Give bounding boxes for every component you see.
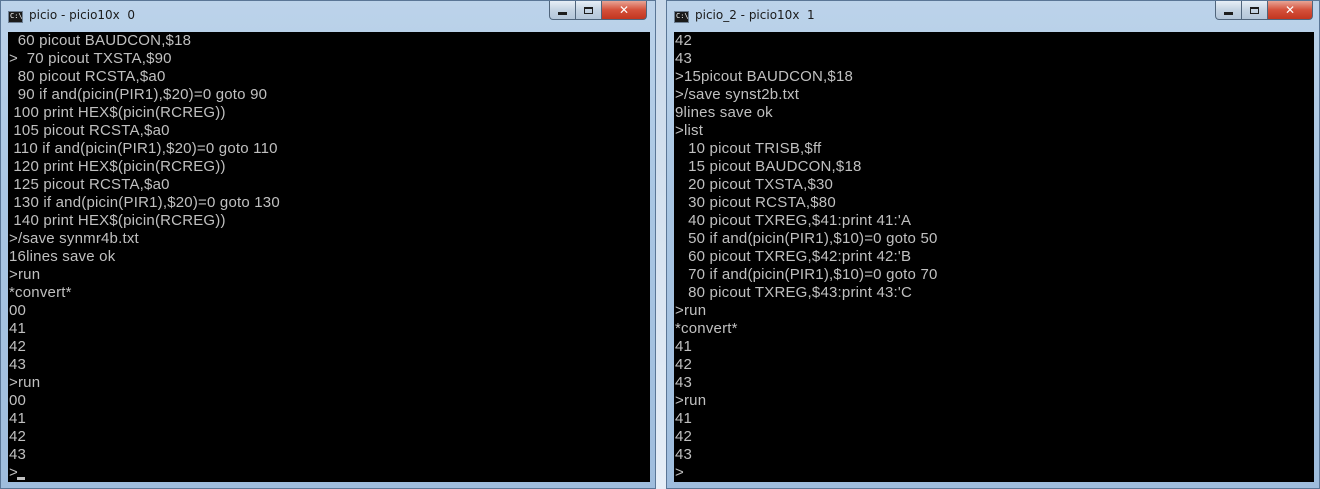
minimize-icon	[1224, 11, 1233, 15]
console-line: >run	[675, 392, 707, 409]
console-line: 110 if and(picin(PIR1),$20)=0 goto 110	[9, 140, 278, 157]
console-line: 41	[675, 338, 693, 355]
window-title: picio_2 - picio10x 1	[695, 8, 815, 22]
console-line: *convert*	[9, 284, 72, 301]
minimize-button[interactable]	[1215, 1, 1242, 20]
text-cursor	[17, 477, 25, 480]
console-line: *convert*	[675, 320, 738, 337]
console-line: 43	[9, 446, 27, 463]
title-bar[interactable]: C:\ picio_2 - picio10x 1 ✕	[667, 1, 1319, 32]
maximize-icon	[584, 6, 593, 14]
minimize-icon	[558, 11, 567, 15]
console-line: 140 print HEX$(picin(RCREG))	[9, 212, 226, 229]
console-line: 40 picout TXREG,$41:print 41:'A	[675, 212, 912, 229]
console-line: 43	[675, 50, 693, 67]
console-line: 60 picout TXREG,$42:print 42:'B	[675, 248, 912, 265]
console-lines: 60 picout BAUDCON,$18 > 70 picout TXSTA,$…	[9, 32, 280, 482]
console-app-icon[interactable]: C:\	[674, 11, 689, 23]
console-line: 00	[9, 302, 27, 319]
console-line: 10 picout TRISB,$ff	[675, 140, 822, 157]
console-line: 43	[675, 446, 693, 463]
console-line: 42	[675, 356, 693, 373]
console-line: > 70 picout TXSTA,$90	[9, 50, 172, 67]
console-line: >/save synst2b.txt	[675, 86, 800, 103]
console-line: 70 if and(picin(PIR1),$10)=0 goto 70	[675, 266, 938, 283]
console-line: >list	[675, 122, 704, 139]
console-line: >run	[9, 266, 41, 283]
maximize-icon	[1250, 6, 1259, 14]
console-line: 80 picout RCSTA,$a0	[9, 68, 166, 85]
console-line: 120 print HEX$(picin(RCREG))	[9, 158, 226, 175]
console-line: 41	[675, 410, 693, 427]
window-title: picio - picio10x 0	[29, 8, 136, 22]
console-line: 90 if and(picin(PIR1),$20)=0 goto 90	[9, 86, 268, 103]
console-line: 60 picout BAUDCON,$18	[9, 32, 192, 49]
maximize-button[interactable]	[1242, 1, 1268, 20]
desktop: C:\ picio - picio10x 0 ✕ 60 picout BAUDC…	[0, 0, 1320, 489]
console-line: 105 picout RCSTA,$a0	[9, 122, 170, 139]
maximize-button[interactable]	[576, 1, 602, 20]
console-line: >15picout BAUDCON,$18	[675, 68, 854, 85]
console-line: 41	[9, 320, 27, 337]
console-line: >	[675, 464, 684, 481]
console-line: >	[9, 464, 18, 481]
console-line: 9lines save ok	[675, 104, 773, 121]
console-line: >/save synmr4b.txt	[9, 230, 139, 247]
console-line: 00	[9, 392, 27, 409]
console-lines: 42 43 >15picout BAUDCON,$18 >/save synst2b.…	[675, 32, 938, 482]
close-button[interactable]: ✕	[602, 1, 647, 20]
console-line: 42	[9, 338, 27, 355]
close-icon: ✕	[618, 3, 630, 17]
console-line: 30 picout RCSTA,$80	[675, 194, 836, 211]
console-output[interactable]: 42 43 >15picout BAUDCON,$18 >/save synst2b.…	[674, 32, 1314, 482]
console-line: 125 picout RCSTA,$a0	[9, 176, 170, 193]
window-controls: ✕	[549, 1, 647, 20]
title-bar[interactable]: C:\ picio - picio10x 0 ✕	[1, 1, 655, 32]
console-line: 16lines save ok	[9, 248, 116, 265]
console-line: 80 picout TXREG,$43:print 43:'C	[675, 284, 913, 301]
console-line: 100 print HEX$(picin(RCREG))	[9, 104, 226, 121]
close-icon: ✕	[1284, 3, 1296, 17]
console-line: 42	[9, 428, 27, 445]
console-line: 130 if and(picin(PIR1),$20)=0 goto 130	[9, 194, 280, 211]
console-line: >run	[9, 374, 41, 391]
console-window-picio-2[interactable]: C:\ picio_2 - picio10x 1 ✕ 42 43 >15picout…	[666, 0, 1320, 489]
console-output[interactable]: 60 picout BAUDCON,$18 > 70 picout TXSTA,$…	[8, 32, 650, 482]
close-button[interactable]: ✕	[1268, 1, 1313, 20]
console-app-icon[interactable]: C:\	[8, 11, 23, 23]
console-line: 42	[675, 32, 693, 49]
window-controls: ✕	[1215, 1, 1313, 20]
console-line: 42	[675, 428, 693, 445]
console-line: 43	[9, 356, 27, 373]
console-window-picio[interactable]: C:\ picio - picio10x 0 ✕ 60 picout BAUDC…	[0, 0, 656, 489]
console-line: 50 if and(picin(PIR1),$10)=0 goto 50	[675, 230, 938, 247]
console-line: 41	[9, 410, 27, 427]
console-line: 43	[675, 374, 693, 391]
console-line: >run	[675, 302, 707, 319]
console-line: 20 picout TXSTA,$30	[675, 176, 834, 193]
console-line: 15 picout BAUDCON,$18	[675, 158, 862, 175]
minimize-button[interactable]	[549, 1, 576, 20]
